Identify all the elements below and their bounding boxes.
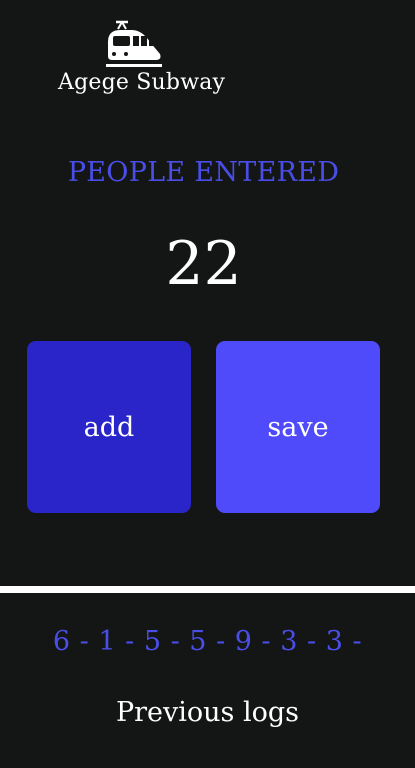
save-button[interactable]: save [216,341,380,513]
previous-logs-title: Previous logs [115,697,300,728]
counter-label: PEOPLE ENTERED [67,157,340,188]
add-button[interactable]: add [27,341,191,513]
divider [0,586,415,593]
brand-logo: Agege Subway [58,20,226,96]
brand-name: Agege Subway [58,70,226,95]
log-entries: 6 - 1 - 5 - 5 - 9 - 3 - 3 - [52,626,363,657]
counter-value: 22 [165,229,242,299]
page: Agege Subway PEOPLE ENTERED 22 add save … [0,0,415,768]
train-icon [106,20,162,67]
